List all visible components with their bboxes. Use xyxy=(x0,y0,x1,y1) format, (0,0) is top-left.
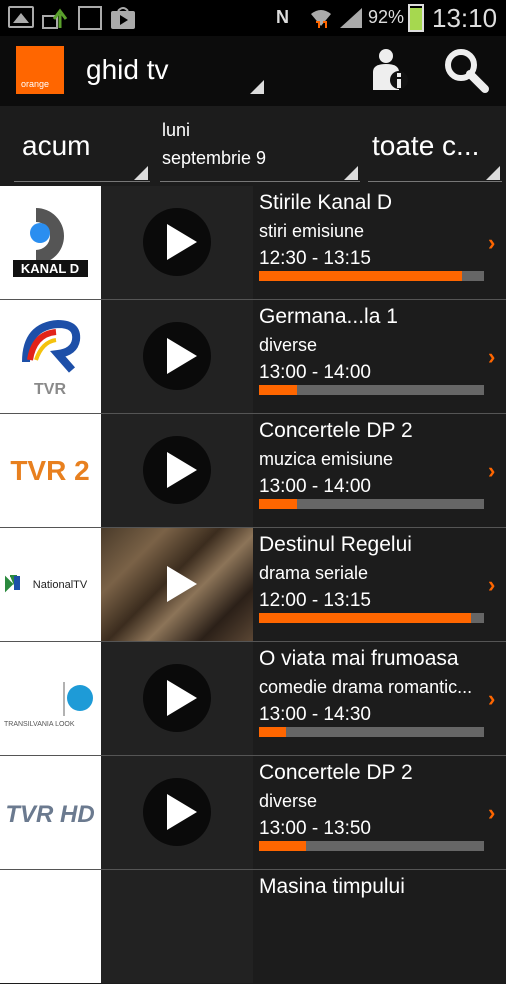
day-filter-weekday: luni xyxy=(162,120,191,140)
program-time: 12:00 - 13:15 xyxy=(259,590,371,611)
day-filter-spinner[interactable]: luni septembrie 9 xyxy=(160,106,360,186)
program-thumbnail[interactable] xyxy=(101,528,253,641)
program-time: 13:00 - 14:00 xyxy=(259,362,371,383)
signal-icon xyxy=(340,8,362,28)
kanal-d-logo[interactable]: KANAL D xyxy=(0,186,101,299)
tvr-logo[interactable]: TVR xyxy=(0,300,101,413)
program-genre: drama seriale xyxy=(259,563,369,583)
program-time: 13:00 - 14:00 xyxy=(259,476,371,497)
program-time: 12:30 - 13:15 xyxy=(259,248,371,269)
chevron-right-icon[interactable]: › xyxy=(488,230,495,256)
national-tv-logo[interactable]: NationalTV xyxy=(0,528,101,641)
program-row[interactable]: Masina timpului xyxy=(0,870,506,984)
sim-card-icon xyxy=(78,6,102,30)
battery-percent: 92% xyxy=(368,7,405,27)
play-icon[interactable] xyxy=(101,756,253,869)
channel-filter-value: toate c... xyxy=(372,130,480,161)
chevron-right-icon[interactable]: › xyxy=(488,800,495,826)
channel-logo-text: TVR xyxy=(34,381,66,398)
battery-icon xyxy=(408,4,424,32)
program-time: 13:00 - 14:30 xyxy=(259,704,371,725)
tvr-hd-logo[interactable]: TVR HD xyxy=(0,756,101,869)
filter-bar: acum luni septembrie 9 toate c... xyxy=(0,106,506,186)
orange-logo[interactable]: orange xyxy=(16,46,64,94)
wifi-icon xyxy=(311,10,331,28)
program-genre: stiri emisiune xyxy=(259,221,365,241)
upload-icon xyxy=(42,8,68,29)
channel-filter-spinner[interactable]: toate c... xyxy=(368,106,502,186)
program-genre: muzica emisiune xyxy=(259,449,394,469)
channel-logo-text: TVR HD xyxy=(5,801,94,828)
program-time: 13:00 - 13:50 xyxy=(259,818,371,839)
progress-bar xyxy=(259,613,484,623)
clock: 13:10 xyxy=(432,3,498,33)
chevron-down-icon xyxy=(344,166,358,180)
program-title: Concertele DP 2 xyxy=(259,419,413,442)
channel-logo-text: TRANSILVANIA LOOK xyxy=(4,721,75,728)
channel-logo-text: TVR 2 xyxy=(10,455,89,486)
status-bar: N 92% 13:10 xyxy=(0,0,506,36)
program-title: O viata mai frumoasa xyxy=(259,647,459,670)
chevron-right-icon[interactable]: › xyxy=(488,458,495,484)
program-title: Masina timpului xyxy=(259,875,405,898)
chevron-down-icon xyxy=(486,166,500,180)
title-dropdown-icon[interactable] xyxy=(250,80,264,94)
progress-bar xyxy=(259,727,484,737)
program-genre: comedie drama romantic... xyxy=(259,677,473,697)
action-bar: orange ghid tv xyxy=(0,36,506,106)
play-icon[interactable] xyxy=(101,414,253,527)
channel-logo-text: NationalTV xyxy=(33,579,88,591)
user-info-button[interactable] xyxy=(370,46,410,94)
program-title: Destinul Regelui xyxy=(259,533,412,556)
time-filter-value: acum xyxy=(22,130,91,161)
program-title: Germana...la 1 xyxy=(259,305,398,328)
program-row[interactable]: KANAL D Stirile Kanal D stiri emisiune 1… xyxy=(0,186,506,300)
chevron-right-icon[interactable]: › xyxy=(488,344,495,370)
chevron-right-icon[interactable]: › xyxy=(488,572,495,598)
program-row[interactable]: TRANSILVANIA LOOK O viata mai frumoasa c… xyxy=(0,642,506,756)
play-icon[interactable] xyxy=(101,300,253,413)
play-icon[interactable] xyxy=(101,642,253,755)
image-icon xyxy=(8,6,34,28)
program-row[interactable]: TVR 2 Concertele DP 2 muzica emisiune 13… xyxy=(0,414,506,528)
progress-bar xyxy=(259,385,484,395)
program-title: Concertele DP 2 xyxy=(259,761,413,784)
program-title: Stirile Kanal D xyxy=(259,191,393,214)
program-row[interactable]: NationalTV Destinul Regelui drama serial… xyxy=(0,528,506,642)
transilvania-look-logo[interactable]: TRANSILVANIA LOOK xyxy=(0,642,101,755)
play-icon[interactable] xyxy=(101,870,253,983)
program-row[interactable]: TVR Germana...la 1 diverse 13:00 - 14:00… xyxy=(0,300,506,414)
page-title[interactable]: ghid tv xyxy=(86,54,169,86)
program-row[interactable]: TVR HD Concertele DP 2 diverse 13:00 - 1… xyxy=(0,756,506,870)
program-genre: diverse xyxy=(259,791,318,811)
chevron-right-icon[interactable]: › xyxy=(488,686,495,712)
chevron-down-icon xyxy=(134,166,148,180)
day-filter-date: septembrie 9 xyxy=(162,148,267,168)
play-store-icon xyxy=(111,7,135,29)
progress-bar xyxy=(259,271,484,281)
progress-bar xyxy=(259,841,484,851)
progress-bar xyxy=(259,499,484,509)
program-genre: diverse xyxy=(259,335,318,355)
search-icon[interactable] xyxy=(442,46,490,94)
channel-logo[interactable] xyxy=(0,870,101,983)
nfc-icon: N xyxy=(276,7,289,27)
play-icon[interactable] xyxy=(101,186,253,299)
time-filter-spinner[interactable]: acum xyxy=(14,106,150,186)
channel-logo-text: KANAL D xyxy=(21,261,79,276)
tvr2-logo[interactable]: TVR 2 xyxy=(0,414,101,527)
